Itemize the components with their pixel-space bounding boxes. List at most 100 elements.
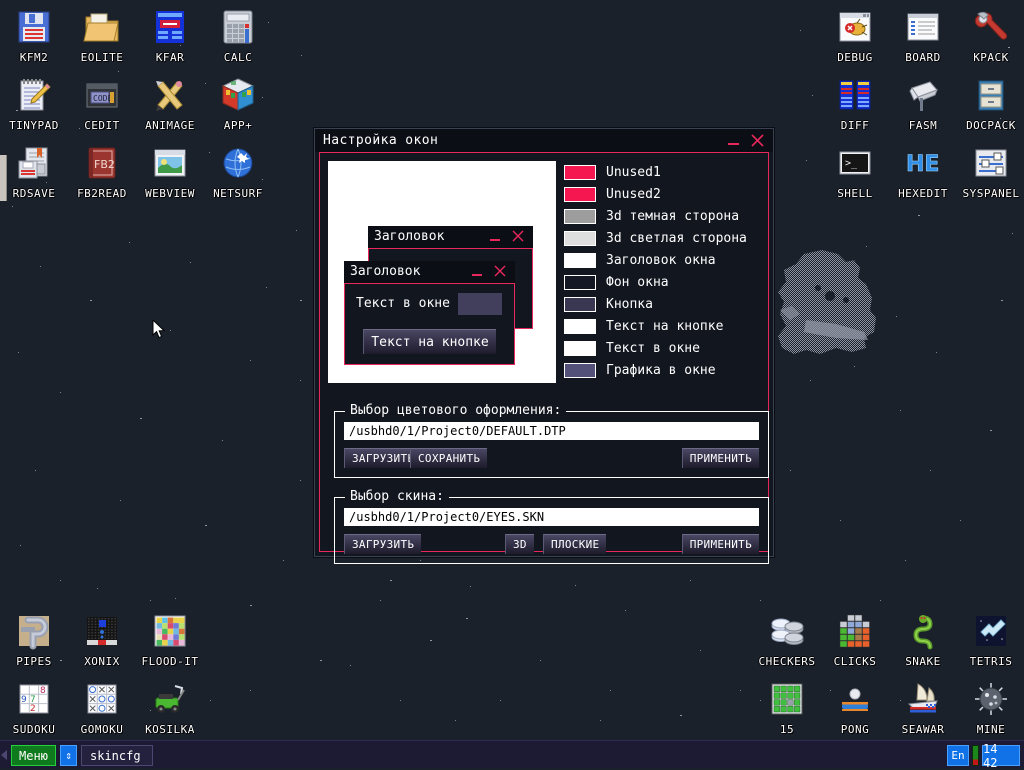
desktop-page-switch-button[interactable]: ⇕	[60, 745, 77, 766]
desktop-icon-netsurf[interactable]: NETSURF	[205, 144, 271, 200]
desktop-icon-shell[interactable]: >_SHELL	[822, 144, 888, 200]
desktop-icon-kfm2[interactable]: KFM2	[1, 8, 67, 64]
star	[90, 300, 92, 301]
desktop-icon-tetris[interactable]: TETRIS	[958, 612, 1024, 668]
desktop-icon-kfar[interactable]: KFAR	[137, 8, 203, 64]
desktop-icon-board[interactable]: BOARD	[890, 8, 956, 64]
taskbar[interactable]: Меню ⇕ skincfg En 14 42	[0, 740, 1024, 768]
desktop-icon-diff[interactable]: DIFF	[822, 76, 888, 132]
star	[12, 206, 13, 207]
start-menu-button[interactable]: Меню	[11, 745, 56, 766]
desktop-icon-clicks[interactable]: CLICKS	[822, 612, 888, 668]
color-swatch[interactable]	[564, 297, 596, 312]
desktop[interactable]: KFM2EOLITEKFARCALC TINYPADCODECEDITANIMAG…	[0, 0, 1024, 768]
file-manager-icon	[151, 8, 189, 46]
mine-bomb-icon	[972, 680, 1010, 718]
desktop-icon-seawar[interactable]: SEAWAR	[890, 680, 956, 736]
legend-row[interactable]: 3d светлая сторона	[564, 227, 764, 249]
color-swatch[interactable]	[564, 319, 596, 334]
desktop-icon-snake[interactable]: SNAKE	[890, 612, 956, 668]
legend-row[interactable]: Текст на кнопке	[564, 315, 764, 337]
desktop-icon-fasm[interactable]: FASM	[890, 76, 956, 132]
skin-3d-button[interactable]: 3D	[505, 534, 534, 554]
desktop-icon-fb2read[interactable]: FB2FB2READ	[69, 144, 135, 200]
color-save-button[interactable]: СОХРАНИТЬ	[410, 448, 487, 468]
desktop-icon-label: WEBVIEW	[137, 187, 203, 200]
language-indicator[interactable]: En	[947, 745, 969, 766]
color-apply-button[interactable]: ПРИМЕНИТЬ	[682, 448, 759, 468]
star	[266, 287, 267, 288]
desktop-icon-label: DOCPACK	[958, 119, 1024, 132]
groupbox-color-scheme: Выбор цветового оформления: /usbhd0/1/Pr…	[334, 411, 769, 478]
color-swatch[interactable]	[564, 275, 596, 290]
star	[820, 300, 821, 301]
desktop-icon-eolite[interactable]: EOLITE	[69, 8, 135, 64]
minimize-icon[interactable]	[724, 131, 743, 150]
preview-front-title: Заголовок	[350, 264, 420, 279]
desktop-icon-calc[interactable]: CALC	[205, 8, 271, 64]
task-button-skincfg[interactable]: skincfg	[81, 745, 153, 766]
window-titlebar[interactable]: Настройка окон	[315, 129, 773, 152]
legend-row[interactable]: Графика в окне	[564, 359, 764, 381]
desktop-icon-15[interactable]: 15	[754, 680, 820, 736]
legend-row[interactable]: Unused1	[564, 161, 764, 183]
desktop-icon-tinypad[interactable]: TINYPAD	[1, 76, 67, 132]
color-scheme-path-input[interactable]: /usbhd0/1/Project0/DEFAULT.DTP	[344, 422, 759, 440]
legend-row[interactable]: Заголовок окна	[564, 249, 764, 271]
color-swatch[interactable]	[564, 253, 596, 268]
desktop-icon-app-[interactable]: APP+	[205, 76, 271, 132]
skin-apply-button[interactable]: ПРИМЕНИТЬ	[682, 534, 759, 554]
color-swatch[interactable]	[564, 187, 596, 202]
legend-row[interactable]: Кнопка	[564, 293, 764, 315]
star	[610, 690, 611, 691]
window-skincfg[interactable]: Настройка окон Заголовок	[314, 128, 774, 557]
svg-text:8: 8	[40, 686, 46, 696]
desktop-icon-kosilka[interactable]: KOSILKA	[137, 680, 203, 736]
desktop-icon-animage[interactable]: ANIMAGE	[137, 76, 203, 132]
legend-row[interactable]: Фон окна	[564, 271, 764, 293]
desktop-icon-kpack[interactable]: KPACK	[958, 8, 1024, 64]
close-icon[interactable]	[748, 131, 767, 150]
skin-flat-button[interactable]: ПЛОСКИЕ	[543, 534, 606, 554]
svg-text:>_: >_	[845, 158, 858, 169]
legend-row[interactable]: 3d темная сторона	[564, 205, 764, 227]
desktop-icon-syspanel[interactable]: SYSPANEL	[958, 144, 1024, 200]
desktop-icon-rdsave[interactable]: RDSAVE	[1, 144, 67, 200]
tic-tac-toe-icon	[83, 680, 121, 718]
star	[960, 520, 961, 521]
star	[930, 470, 931, 471]
desktop-icon-cedit[interactable]: CODECEDIT	[69, 76, 135, 132]
star	[20, 545, 21, 546]
star	[854, 366, 855, 367]
desktop-icon-mine[interactable]: MINE	[958, 680, 1024, 736]
color-swatch[interactable]	[564, 341, 596, 356]
star	[140, 418, 142, 419]
color-swatch[interactable]	[564, 363, 596, 378]
desktop-icon-label: NETSURF	[205, 187, 271, 200]
desktop-icon-hexedit[interactable]: HEHEHEXEDIT	[890, 144, 956, 200]
sliders-icon	[972, 144, 1010, 182]
desktop-icon-sudoku[interactable]: 8972SUDOKU	[1, 680, 67, 736]
color-swatch[interactable]	[564, 209, 596, 224]
desktop-icon-flood-it[interactable]: FLOOD-IT	[137, 612, 203, 668]
desktop-icon-debug[interactable]: DEBUG	[822, 8, 888, 64]
desktop-icon-docpack[interactable]: DOCPACK	[958, 76, 1024, 132]
clock[interactable]: 14 42	[982, 745, 1020, 766]
legend-row[interactable]: Unused2	[564, 183, 764, 205]
skin-load-button[interactable]: ЗАГРУЗИТЬ	[344, 534, 421, 554]
desktop-icon-pipes[interactable]: PIPES	[1, 612, 67, 668]
skin-path-input[interactable]: /usbhd0/1/Project0/EYES.SKN	[344, 508, 759, 526]
color-swatch[interactable]	[564, 165, 596, 180]
desktop-icon-checkers[interactable]: CHECKERS	[754, 612, 820, 668]
checkers-discs-icon	[768, 612, 806, 650]
legend-row[interactable]: Текст в окне	[564, 337, 764, 359]
desktop-icon-label: PONG	[822, 723, 888, 736]
desktop-icon-xonix[interactable]: XONIX	[69, 612, 135, 668]
desktop-icon-webview[interactable]: WEBVIEW	[137, 144, 203, 200]
two-panes-icon	[836, 76, 874, 114]
desktop-icon-pong[interactable]: PONG	[822, 680, 888, 736]
taskbar-collapse-arrow-icon[interactable]	[1, 750, 7, 760]
star	[880, 600, 881, 601]
color-swatch[interactable]	[564, 231, 596, 246]
desktop-icon-gomoku[interactable]: GOMOKU	[69, 680, 135, 736]
